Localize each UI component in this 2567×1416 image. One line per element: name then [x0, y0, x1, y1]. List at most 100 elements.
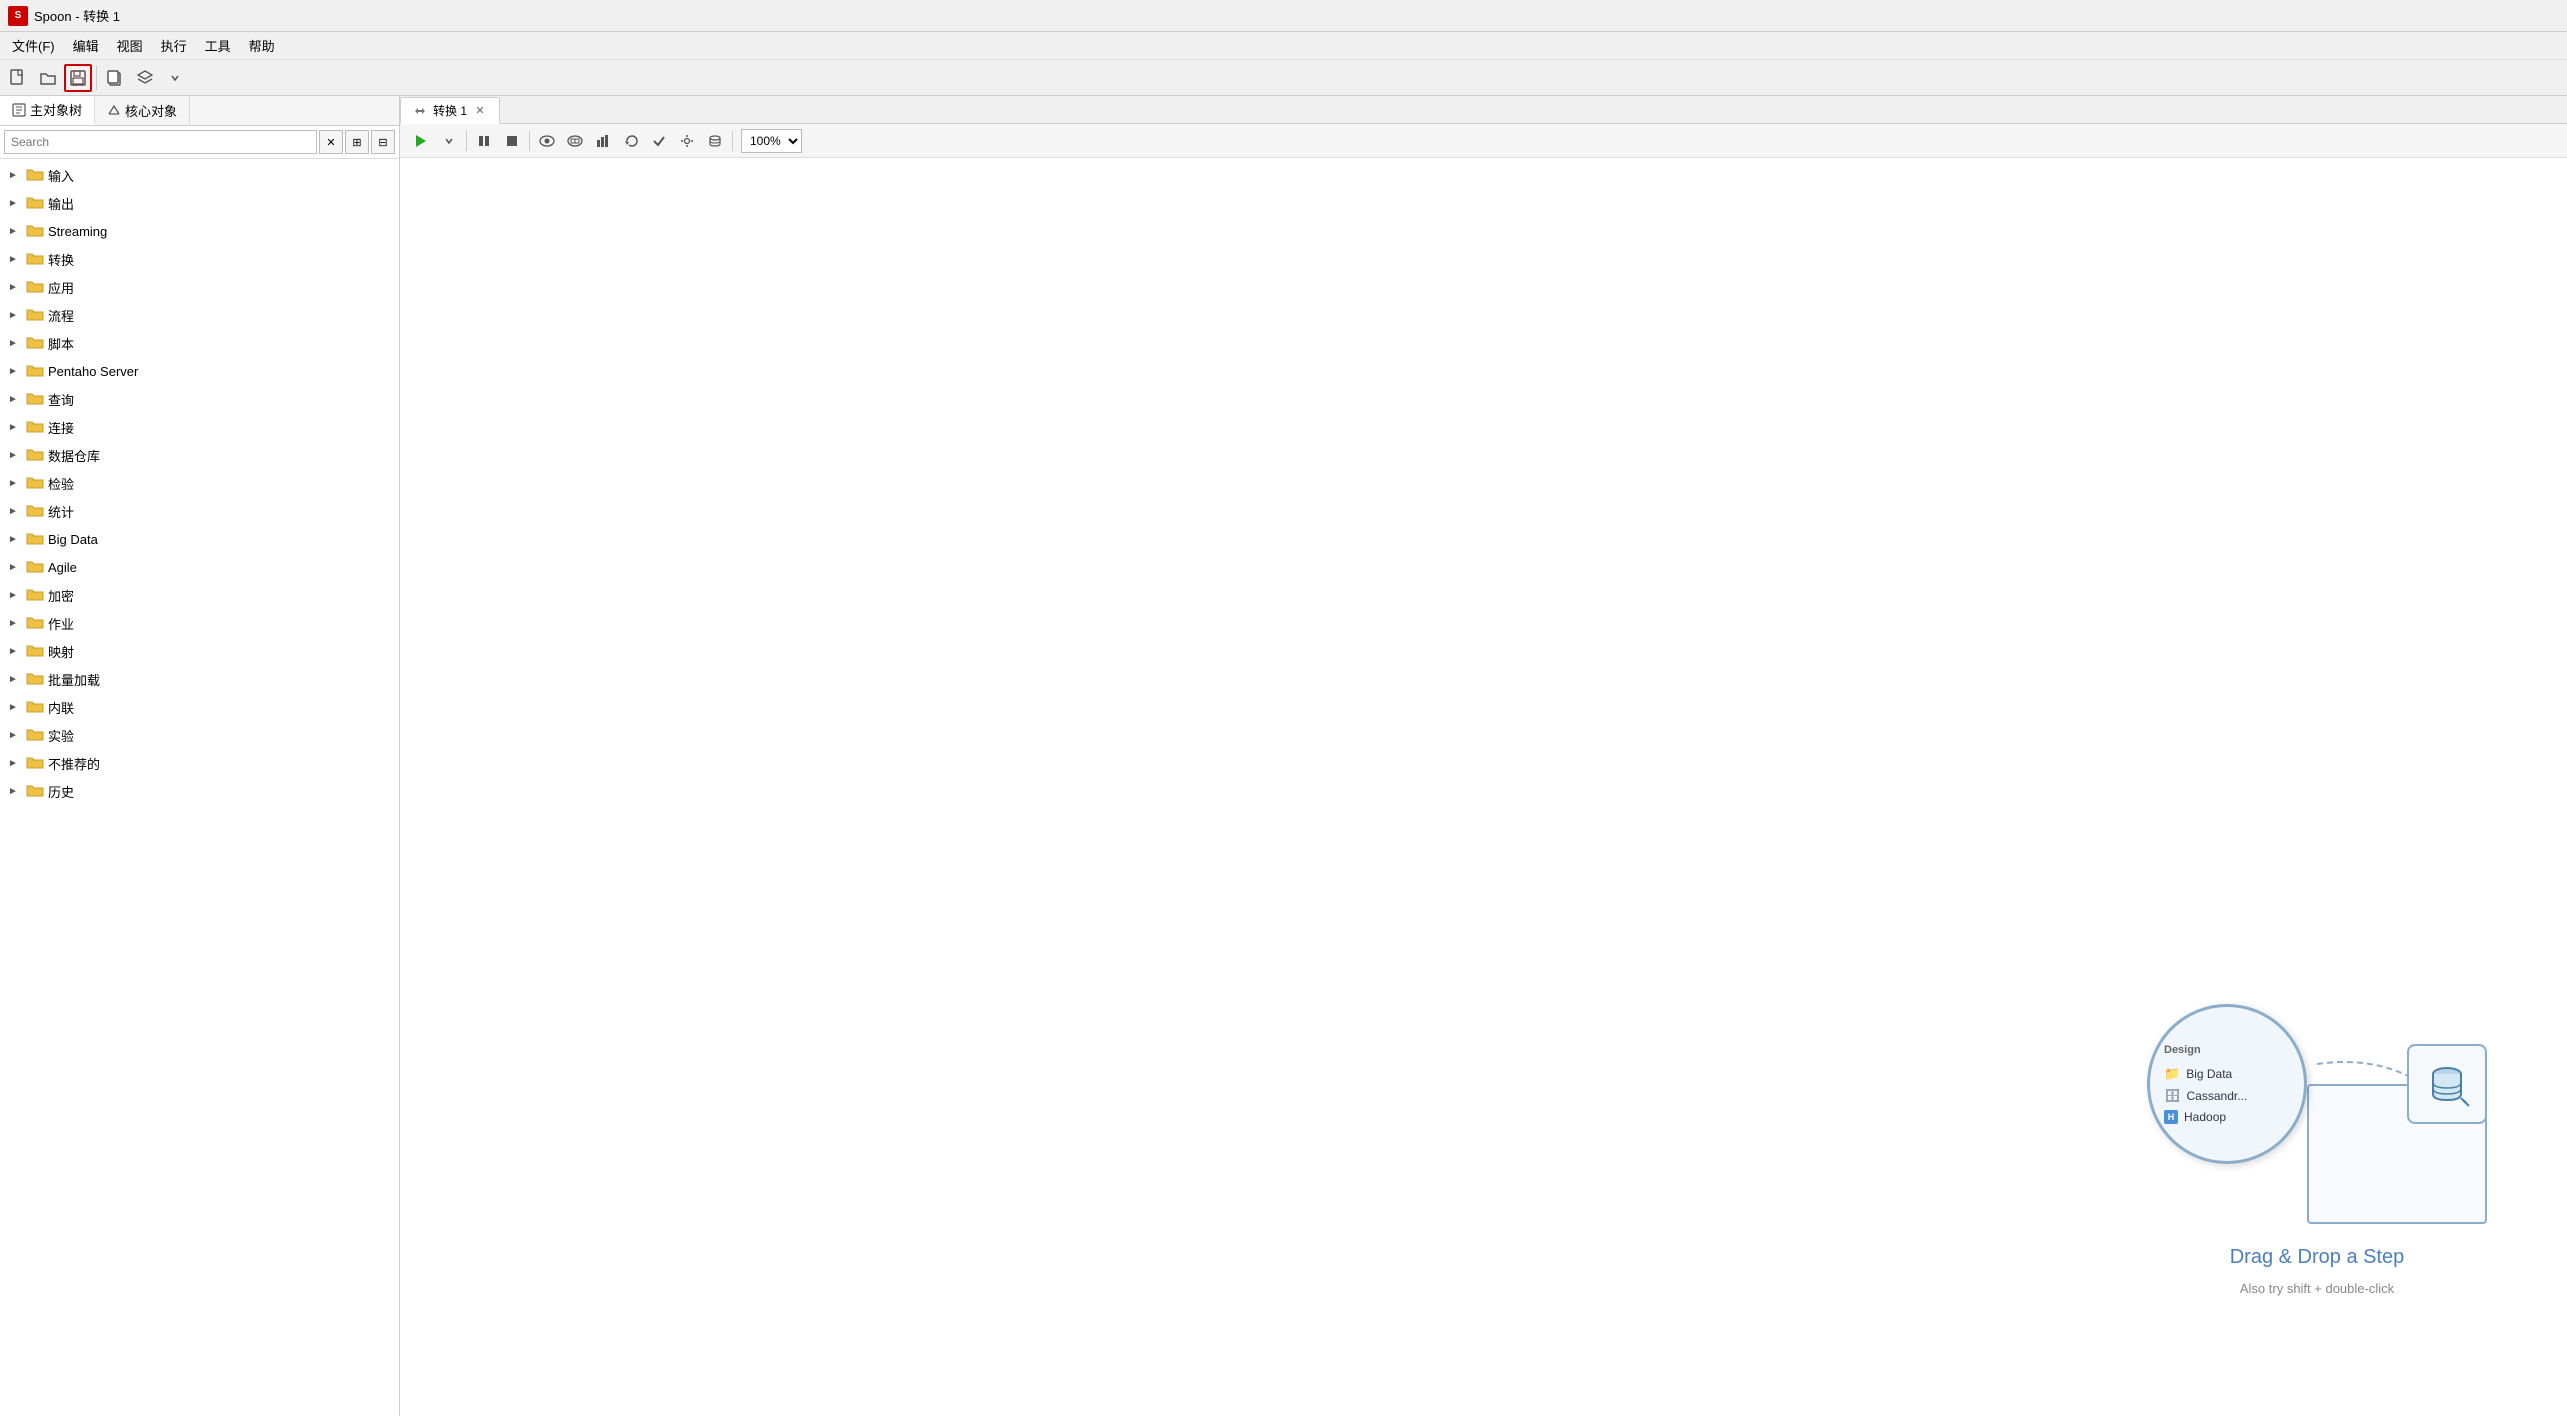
tree-chevron: ► [8, 198, 22, 209]
folder-icon [26, 783, 44, 800]
menu-tools[interactable]: 工具 [197, 34, 239, 57]
tree-item-label: 加密 [48, 586, 74, 605]
hadoop-label: Hadoop [2184, 1110, 2226, 1124]
replay-button[interactable] [618, 128, 644, 154]
debug-button[interactable] [562, 128, 588, 154]
tree-item[interactable]: ► 脚本 [0, 329, 399, 357]
search-collapse-button[interactable]: ⊟ [371, 130, 395, 154]
run-dropdown[interactable] [436, 128, 462, 154]
step-metrics-button[interactable] [590, 128, 616, 154]
hadoop-icon: H [2164, 1110, 2178, 1124]
canvas-tab-transform1[interactable]: 转换 1 ✕ [400, 97, 500, 124]
tree-chevron: ► [8, 730, 22, 741]
search-input[interactable] [4, 130, 317, 154]
main-toolbar [0, 60, 2567, 96]
tree-item[interactable]: ► 映射 [0, 637, 399, 665]
stop-button[interactable] [499, 128, 525, 154]
layers-icon [136, 69, 154, 87]
tree-item[interactable]: ► 应用 [0, 273, 399, 301]
dropdown-arrow-icon [170, 73, 180, 83]
pause-button[interactable] [471, 128, 497, 154]
menu-file[interactable]: 文件(F) [4, 34, 63, 57]
tree-item[interactable]: ► Streaming [0, 217, 399, 245]
folder-icon [26, 279, 44, 296]
new-file-button[interactable] [4, 64, 32, 92]
zoom-select[interactable]: 100% 75% 50% 150% 200% [741, 129, 802, 153]
menu-help[interactable]: 帮助 [241, 34, 283, 57]
tab-core-objects[interactable]: 核心对象 [95, 96, 190, 125]
folder-icon [26, 363, 44, 380]
left-panel: 主对象树 核心对象 ✕ ⊞ ⊟ ► [0, 96, 400, 1416]
folder-icon [26, 559, 44, 576]
tree-item[interactable]: ► Pentaho Server [0, 357, 399, 385]
db-step-icon [2423, 1060, 2471, 1108]
debug-icon [567, 134, 583, 148]
settings-button[interactable] [674, 128, 700, 154]
folder-icon [26, 587, 44, 604]
copy-button[interactable] [101, 64, 129, 92]
tree-item[interactable]: ► Agile [0, 553, 399, 581]
search-bar: ✕ ⊞ ⊟ [0, 126, 399, 159]
tree-item[interactable]: ► 连接 [0, 413, 399, 441]
tree-item-label: Streaming [48, 224, 107, 239]
tree-item[interactable]: ► 转换 [0, 245, 399, 273]
big-data-item: 📁 Big Data [2160, 1063, 2294, 1085]
preview-button[interactable] [534, 128, 560, 154]
tree-item[interactable]: ► 统计 [0, 497, 399, 525]
canvas-tab-close[interactable]: ✕ [473, 104, 487, 118]
canvas-tool-sep-3 [732, 131, 733, 151]
search-expand-button[interactable]: ⊞ [345, 130, 369, 154]
folder-icon [26, 503, 44, 520]
tree-item-label: 输入 [48, 166, 74, 185]
tree-chevron: ► [8, 226, 22, 237]
folder-icon [26, 531, 44, 548]
folder-icon [26, 755, 44, 772]
verify-button[interactable] [646, 128, 672, 154]
tree-item[interactable]: ► 不推荐的 [0, 749, 399, 777]
tab-main-tree[interactable]: 主对象树 [0, 96, 95, 125]
dropdown-arrow-button[interactable] [161, 64, 189, 92]
open-file-button[interactable] [34, 64, 62, 92]
hadoop-item: H Hadoop [2160, 1107, 2294, 1127]
tree-item[interactable]: ► 输入 [0, 161, 399, 189]
tree-item-label: 作业 [48, 614, 74, 633]
menu-edit[interactable]: 编辑 [65, 34, 107, 57]
tree-item[interactable]: ► 批量加载 [0, 665, 399, 693]
tree-item[interactable]: ► 流程 [0, 301, 399, 329]
tree-item[interactable]: ► 检验 [0, 469, 399, 497]
tree-item-label: 转换 [48, 250, 74, 269]
magnifier-circle: Design 📁 Big Data 🗄 Cassandr... H Ha [2147, 1004, 2307, 1164]
menu-run[interactable]: 执行 [153, 34, 195, 57]
step-icon-box [2407, 1044, 2487, 1124]
menu-view[interactable]: 视图 [109, 34, 151, 57]
folder-icon [26, 307, 44, 324]
run-button[interactable] [408, 128, 434, 154]
pause-icon [477, 134, 491, 148]
cassandra-label: Cassandr... [2187, 1089, 2248, 1103]
save-file-button[interactable] [64, 64, 92, 92]
folder-icon [26, 699, 44, 716]
tree-item-label: 应用 [48, 278, 74, 297]
canvas-area[interactable]: Design 📁 Big Data 🗄 Cassandr... H Ha [400, 158, 2567, 1416]
tree-item-label: 实验 [48, 726, 74, 745]
tree-chevron: ► [8, 646, 22, 657]
tree-item[interactable]: ► 输出 [0, 189, 399, 217]
search-clear-button[interactable]: ✕ [319, 130, 343, 154]
tree-item[interactable]: ► 作业 [0, 609, 399, 637]
tree-chevron: ► [8, 506, 22, 517]
tree-item[interactable]: ► 实验 [0, 721, 399, 749]
tree-item[interactable]: ► 加密 [0, 581, 399, 609]
tree-item[interactable]: ► Big Data [0, 525, 399, 553]
tree-item[interactable]: ► 数据仓库 [0, 441, 399, 469]
cassandra-item: 🗄 Cassandr... [2160, 1085, 2294, 1107]
tree-chevron: ► [8, 170, 22, 181]
tree-item[interactable]: ► 查询 [0, 385, 399, 413]
tree-chevron: ► [8, 590, 22, 601]
verify-icon [652, 134, 666, 148]
layers-button[interactable] [131, 64, 159, 92]
tree-item[interactable]: ► 内联 [0, 693, 399, 721]
cassandra-icon: 🗄 [2164, 1088, 2181, 1104]
tree-item[interactable]: ► 历史 [0, 777, 399, 805]
copy-icon [106, 69, 124, 87]
db-button[interactable] [702, 128, 728, 154]
